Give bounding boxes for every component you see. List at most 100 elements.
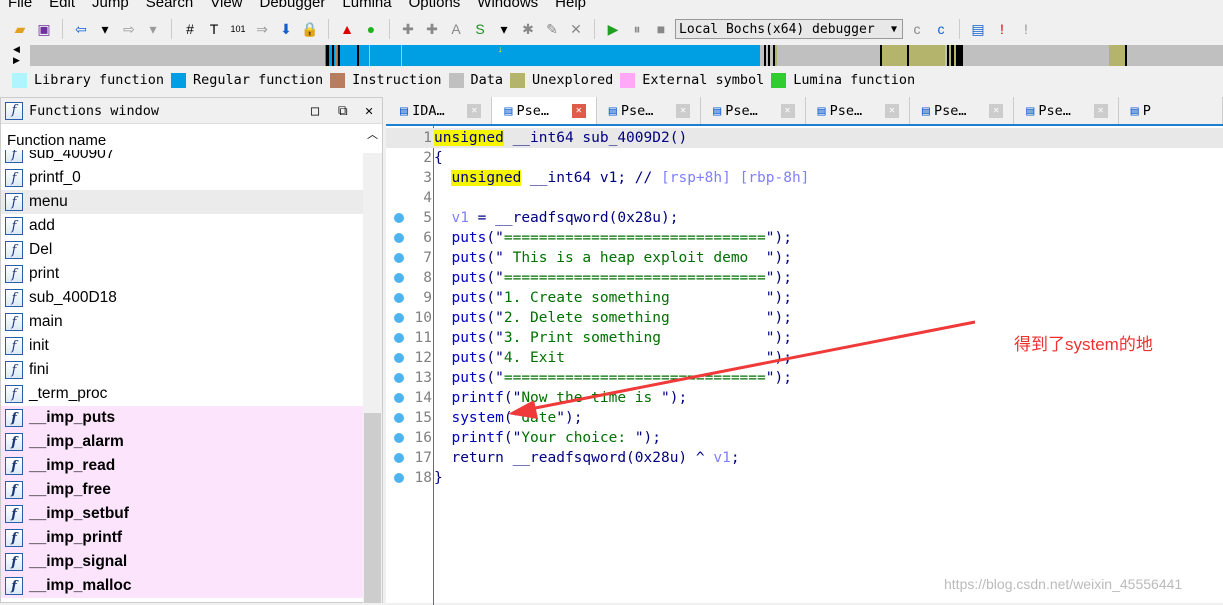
menu-search[interactable]: Search bbox=[138, 0, 203, 14]
back-dropdown-icon[interactable]: ▾ bbox=[95, 19, 115, 39]
breakpoint-dot-icon[interactable] bbox=[394, 233, 404, 243]
nav-segment[interactable] bbox=[949, 45, 951, 66]
nav-segment[interactable] bbox=[907, 45, 909, 66]
navigation-band[interactable]: ↓ bbox=[30, 45, 1223, 66]
search-address-icon[interactable]: # bbox=[180, 19, 200, 39]
function-list-item[interactable]: f _term_proc bbox=[1, 382, 363, 406]
float-icon[interactable]: ⧉ bbox=[338, 103, 348, 119]
tab-pseudocode[interactable]: ▤ Pse… ✕ bbox=[597, 97, 702, 124]
code-line[interactable]: 16 printf("Your choice: "); bbox=[386, 428, 1223, 448]
breakpoint-dot-icon[interactable] bbox=[394, 413, 404, 423]
nav-segment[interactable] bbox=[369, 45, 370, 66]
close-tab-icon[interactable]: ✕ bbox=[989, 103, 1004, 118]
nav-segment[interactable] bbox=[954, 45, 956, 66]
code-line[interactable]: 1 unsigned __int64 sub_4009D2() bbox=[386, 128, 1223, 148]
scrollbar-thumb[interactable] bbox=[364, 413, 381, 603]
nav-segment[interactable] bbox=[325, 45, 760, 66]
code-line[interactable]: 14 printf("Now the time is "); bbox=[386, 388, 1223, 408]
menu-file[interactable]: File bbox=[0, 0, 41, 14]
close-icon[interactable]: ✕ bbox=[365, 103, 373, 119]
nav-segment[interactable] bbox=[332, 45, 334, 66]
close-tab-icon[interactable]: ✕ bbox=[1093, 103, 1108, 118]
jump-down-icon[interactable]: ⬇ bbox=[276, 19, 296, 39]
add-breakpoint-icon[interactable]: ! bbox=[992, 19, 1012, 39]
lock-icon[interactable]: 🔒 bbox=[300, 19, 320, 39]
breakpoint-dot-icon[interactable] bbox=[394, 213, 404, 223]
code-line[interactable]: 6 puts("==============================")… bbox=[386, 228, 1223, 248]
code-line[interactable]: 7 puts(" This is a heap exploit demo "); bbox=[386, 248, 1223, 268]
string-icon[interactable]: S bbox=[470, 19, 490, 39]
string-dropdown-icon[interactable]: ▾ bbox=[494, 19, 514, 39]
function-list-item[interactable]: f __imp_read bbox=[1, 454, 363, 478]
breakpoint-dot-icon[interactable] bbox=[394, 373, 404, 383]
function-list-item[interactable]: f __imp_printf bbox=[1, 526, 363, 550]
function-list-item[interactable]: f fini bbox=[1, 358, 363, 382]
undefine-icon[interactable]: ✕ bbox=[566, 19, 586, 39]
tab-pseudocode[interactable]: ▤ Pse… ✕ bbox=[701, 97, 806, 124]
menu-jump[interactable]: Jump bbox=[84, 0, 138, 14]
function-list-item[interactable]: f Del bbox=[1, 238, 363, 262]
code-line[interactable]: 4 bbox=[386, 188, 1223, 208]
nav-segment[interactable] bbox=[401, 45, 402, 66]
function-list-item[interactable]: f __imp_free bbox=[1, 478, 363, 502]
forward-icon[interactable]: ⇨ bbox=[119, 19, 139, 39]
function-list-item[interactable]: f sub_400D18 bbox=[1, 286, 363, 310]
function-list-item[interactable]: f printf_0 bbox=[1, 166, 363, 190]
breakpoint-dot-icon[interactable] bbox=[394, 353, 404, 363]
code-line[interactable]: 9 puts("1. Create something "); bbox=[386, 288, 1223, 308]
breakpoint-dot-icon[interactable] bbox=[394, 453, 404, 463]
nav-segment[interactable] bbox=[1109, 45, 1125, 66]
tab-pseudocode[interactable]: ▤ Pse… ✕ bbox=[910, 97, 1015, 124]
code-line[interactable]: 18} bbox=[386, 468, 1223, 488]
breakpoint-list-icon[interactable]: ▤ bbox=[968, 19, 988, 39]
search-next-icon[interactable]: ⇒ bbox=[252, 19, 272, 39]
nav-arrows[interactable]: ◀ ▶ bbox=[13, 44, 20, 66]
function-list-item[interactable]: f __imp_puts bbox=[1, 406, 363, 430]
save-icon[interactable]: ▣ bbox=[34, 19, 54, 39]
menu-windows[interactable]: Windows bbox=[469, 0, 547, 14]
nav-segment[interactable] bbox=[30, 45, 325, 66]
open-icon[interactable]: ▰ bbox=[10, 19, 30, 39]
nav-segment[interactable] bbox=[1125, 45, 1127, 66]
menu-view[interactable]: View bbox=[202, 0, 251, 14]
breakpoint-dot-icon[interactable] bbox=[394, 253, 404, 263]
search-binary-icon[interactable]: 101 bbox=[228, 19, 248, 39]
breakpoint-dot-icon[interactable] bbox=[394, 333, 404, 343]
close-tab-icon[interactable]: ✕ bbox=[467, 103, 482, 118]
code-line[interactable]: 2{ bbox=[386, 148, 1223, 168]
function-list-item[interactable]: f __imp_malloc bbox=[1, 574, 363, 598]
nav-segment[interactable] bbox=[326, 45, 329, 66]
breakpoint-dot-icon[interactable] bbox=[394, 313, 404, 323]
menu-debugger[interactable]: Debugger bbox=[252, 0, 335, 14]
function-list-item[interactable]: f __imp_setbuf bbox=[1, 502, 363, 526]
close-tab-icon[interactable]: ✕ bbox=[676, 103, 691, 118]
code-icon[interactable]: ✚ bbox=[398, 19, 418, 39]
maximize-icon[interactable]: □ bbox=[311, 103, 319, 119]
code-line[interactable]: 3 unsigned __int64 v1; // [rsp+8h] [rbp-… bbox=[386, 168, 1223, 188]
stop-icon[interactable]: ■ bbox=[651, 19, 671, 39]
edit-icon[interactable]: ✎ bbox=[542, 19, 562, 39]
function-list-item[interactable]: f main bbox=[1, 310, 363, 334]
code-line[interactable]: 10 puts("2. Delete something "); bbox=[386, 308, 1223, 328]
tab-pseudocode[interactable]: ▤ Pse… ✕ bbox=[1014, 97, 1119, 124]
breakpoint-dot-icon[interactable] bbox=[394, 273, 404, 283]
close-tab-icon[interactable]: ✕ bbox=[780, 103, 795, 118]
nav-segment[interactable] bbox=[775, 45, 777, 66]
breakpoint-dot-icon[interactable] bbox=[394, 293, 404, 303]
close-tab-icon[interactable]: ✕ bbox=[571, 103, 586, 118]
menu-lumina[interactable]: Lumina bbox=[334, 0, 400, 14]
nav-segment[interactable] bbox=[764, 45, 766, 66]
array-icon[interactable]: ✱ bbox=[518, 19, 538, 39]
function-list-item[interactable]: f print bbox=[1, 262, 363, 286]
nav-segment[interactable] bbox=[768, 45, 770, 66]
nav-segment[interactable] bbox=[880, 45, 882, 66]
menu-edit[interactable]: Edit bbox=[41, 0, 84, 14]
function-list-item[interactable]: f __imp_signal bbox=[1, 550, 363, 574]
column-header-function-name[interactable]: Function name ︿ bbox=[1, 124, 382, 152]
tab-pseudocode[interactable]: ▤ IDA… ✕ bbox=[388, 97, 493, 124]
menu-help[interactable]: Help bbox=[547, 0, 595, 14]
code-line[interactable]: 15 system("date"); bbox=[386, 408, 1223, 428]
delete-breakpoint-icon[interactable]: ! bbox=[1016, 19, 1036, 39]
nav-segment[interactable] bbox=[335, 45, 337, 66]
scrollbar[interactable] bbox=[363, 153, 382, 604]
